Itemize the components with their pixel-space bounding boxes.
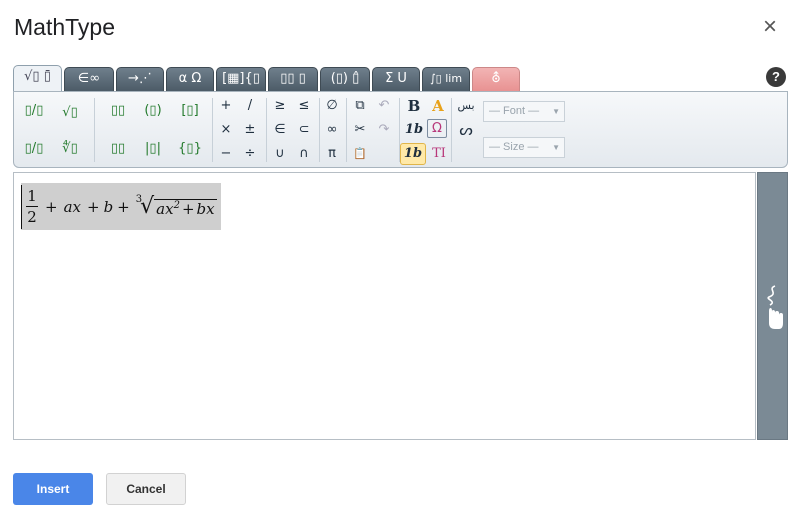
formula-editor[interactable]: 1 2 + ax + b + 3 √ ax2 + bx bbox=[13, 172, 756, 440]
tab-general[interactable]: √▯ ▯̄ bbox=[13, 65, 62, 92]
plus-sign: + bbox=[45, 197, 58, 216]
tab-symbols[interactable]: ∈∞ bbox=[64, 67, 114, 91]
help-icon[interactable]: ? bbox=[766, 67, 786, 87]
copy-icon[interactable]: ⧉ bbox=[348, 95, 372, 117]
curly-braces-button[interactable]: {▯} bbox=[178, 138, 202, 160]
square-root-button[interactable]: √▯ bbox=[58, 102, 82, 124]
undo-icon[interactable]: ↶ bbox=[372, 95, 396, 117]
handwriting-panel-toggle[interactable] bbox=[757, 172, 788, 440]
intersection-button[interactable]: ∩ bbox=[292, 143, 316, 165]
absolute-value-button[interactable]: |▯| bbox=[141, 138, 165, 160]
tab-chemistry[interactable]: ⛢ bbox=[472, 67, 520, 91]
greater-equal-button[interactable]: ≥ bbox=[268, 95, 292, 117]
fraction: 1 2 bbox=[26, 186, 38, 227]
font-dropdown-label: — Font — bbox=[489, 105, 540, 117]
chevron-down-icon: ▼ bbox=[552, 107, 560, 116]
redo-icon[interactable]: ↷ bbox=[372, 119, 396, 141]
plus-sign: + bbox=[117, 197, 130, 216]
size-dropdown-label: — Size — bbox=[489, 141, 539, 153]
handwriting-mode-icon[interactable]: ᔕ bbox=[454, 119, 478, 141]
radicand-ax: ax bbox=[156, 199, 174, 218]
hand-pointer-icon bbox=[767, 285, 783, 329]
cancel-button[interactable]: Cancel bbox=[106, 473, 186, 505]
text-mode-icon[interactable]: TI bbox=[427, 143, 451, 165]
union-button[interactable]: ∪ bbox=[268, 143, 292, 165]
times-button[interactable]: × bbox=[214, 119, 238, 141]
tab-calculus[interactable]: ∫▯ lim bbox=[422, 67, 470, 91]
infinity-button[interactable]: ∞ bbox=[320, 119, 344, 141]
subset-button[interactable]: ⊂ bbox=[292, 119, 316, 141]
element-of-button[interactable]: ∈ bbox=[268, 119, 292, 141]
cube-root: 3 √ ax2 + bx bbox=[136, 194, 217, 220]
slash-button[interactable]: / bbox=[238, 95, 262, 117]
toolbar: ▯/▯ √▯ ▯/▯ ∜▯ ▯▯ (▯) [▯] ▯▯ |▯| {▯} + / … bbox=[13, 91, 788, 168]
less-equal-button[interactable]: ≤ bbox=[292, 95, 316, 117]
insert-button[interactable]: Insert bbox=[13, 473, 93, 505]
rtl-icon[interactable]: بس bbox=[454, 95, 478, 117]
tab-matrices[interactable]: [▦]{▯ bbox=[216, 67, 266, 91]
cut-icon[interactable]: ✂ bbox=[348, 119, 372, 141]
tab-scripts[interactable]: ▯▯ ▯ bbox=[268, 67, 318, 91]
divide-button[interactable]: ÷ bbox=[238, 143, 262, 165]
denominator: 2 bbox=[27, 208, 37, 226]
bevelled-fraction-button[interactable]: ▯/▯ bbox=[22, 138, 46, 160]
italic-bold-button[interactable]: 1b bbox=[402, 119, 426, 141]
close-icon[interactable]: × bbox=[757, 14, 783, 40]
formula-selection[interactable]: 1 2 + ax + b + 3 √ ax2 + bx bbox=[21, 183, 221, 230]
font-dropdown[interactable]: — Font — ▼ bbox=[483, 101, 565, 122]
tab-arrows[interactable]: →⋰ bbox=[116, 67, 164, 91]
text-caret bbox=[21, 184, 22, 229]
paste-icon[interactable]: 📋 bbox=[348, 143, 372, 165]
superscript-button[interactable]: ▯▯ bbox=[106, 100, 130, 122]
chevron-down-icon: ▼ bbox=[552, 143, 560, 152]
numerator: 1 bbox=[27, 187, 37, 205]
plus-minus-button[interactable]: ± bbox=[238, 119, 262, 141]
bold-button[interactable]: B bbox=[402, 95, 426, 117]
special-characters-icon[interactable]: Ω bbox=[427, 119, 447, 138]
radical-sign: √ bbox=[140, 193, 155, 219]
parentheses-button[interactable]: (▯) bbox=[141, 100, 165, 122]
tab-greek[interactable]: α Ω bbox=[166, 67, 214, 91]
dialog-title: MathType bbox=[14, 14, 115, 40]
plus-sign: + bbox=[181, 199, 195, 218]
pi-button[interactable]: π bbox=[320, 143, 344, 165]
plus-button[interactable]: + bbox=[214, 95, 238, 117]
term-b: b bbox=[103, 197, 114, 216]
radicand: ax2 + bx bbox=[154, 198, 217, 218]
radicand-bx: bx bbox=[196, 199, 215, 218]
empty-set-button[interactable]: ∅ bbox=[320, 95, 344, 117]
plus-sign: + bbox=[86, 197, 100, 216]
square-brackets-button[interactable]: [▯] bbox=[178, 100, 202, 122]
nth-root-button[interactable]: ∜▯ bbox=[58, 138, 82, 160]
math-style-button[interactable]: 1b bbox=[400, 143, 426, 165]
fraction-button[interactable]: ▯/▯ bbox=[22, 100, 46, 122]
term-ax: ax bbox=[63, 197, 81, 216]
subscript-button[interactable]: ▯▯ bbox=[106, 138, 130, 160]
size-dropdown[interactable]: — Size — ▼ bbox=[483, 137, 565, 158]
text-color-icon[interactable]: A bbox=[426, 95, 450, 117]
tab-decorations[interactable]: (▯) ▯̂ bbox=[320, 67, 370, 91]
minus-button[interactable]: − bbox=[214, 143, 238, 165]
tab-big-operators[interactable]: Σ U bbox=[372, 67, 420, 91]
exponent: 2 bbox=[173, 199, 180, 211]
